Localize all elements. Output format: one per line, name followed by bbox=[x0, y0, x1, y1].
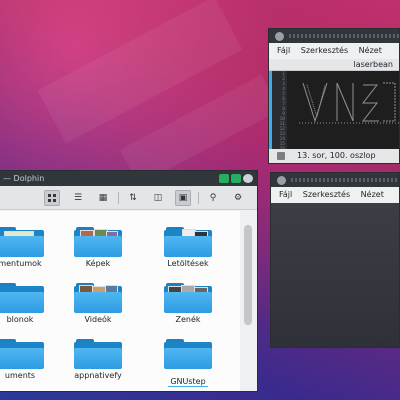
dolphin-window[interactable]: — Dolphin ☰ ▦ ⇅ ◫ ▣ ⚲ ⚙ mentumok Képek L… bbox=[0, 170, 258, 392]
ascii-art bbox=[299, 82, 399, 124]
editor-menubar: Fájl Szerkesztés Nézet bbox=[271, 187, 399, 203]
compact-view-button[interactable]: ☰ bbox=[70, 190, 86, 206]
folder-label: uments bbox=[4, 371, 36, 380]
cursor-position: 13. sor, 100. oszlop bbox=[297, 151, 376, 160]
sort-icon: ⇅ bbox=[129, 193, 137, 203]
menu-view[interactable]: Nézet bbox=[359, 46, 382, 55]
folder-label: Képek bbox=[85, 259, 111, 268]
folder-icon bbox=[164, 339, 212, 369]
dolphin-toolbar: ☰ ▦ ⇅ ◫ ▣ ⚲ ⚙ bbox=[0, 186, 257, 210]
code-area[interactable]: 123456789101112131415161718 bbox=[269, 71, 399, 162]
editor-titlebar[interactable] bbox=[269, 29, 399, 43]
folder-icon bbox=[74, 283, 122, 313]
toolbar-separator bbox=[118, 192, 119, 204]
close-icon[interactable] bbox=[243, 174, 253, 183]
details-view-icon: ▦ bbox=[98, 193, 108, 203]
editor-titlebar[interactable] bbox=[271, 173, 399, 187]
vertical-scrollbar[interactable] bbox=[240, 211, 257, 391]
titlebar-grip bbox=[291, 178, 399, 182]
icons-view-button[interactable] bbox=[44, 190, 60, 206]
menu-view[interactable]: Nézet bbox=[361, 190, 384, 199]
folder-icon bbox=[164, 227, 212, 257]
tab-title: laserbean bbox=[353, 60, 393, 69]
window-menu-icon[interactable] bbox=[277, 176, 286, 185]
folder-label: appnativefy bbox=[74, 371, 122, 380]
folder-label: Zenék bbox=[175, 315, 201, 324]
editor-content-area[interactable] bbox=[271, 203, 399, 347]
folder-label: blonok bbox=[6, 315, 34, 324]
compact-view-icon: ☰ bbox=[73, 193, 83, 203]
minimize-icon[interactable] bbox=[219, 174, 229, 183]
folder-documents[interactable]: mentumok bbox=[0, 227, 56, 268]
editor-window-bottom[interactable]: Fájl Szerkesztés Nézet bbox=[270, 172, 400, 348]
grid-icon bbox=[48, 194, 56, 202]
folder-icon bbox=[0, 227, 44, 257]
maximize-icon[interactable] bbox=[231, 174, 241, 183]
search-button[interactable]: ⚲ bbox=[205, 190, 221, 206]
details-view-button[interactable]: ▦ bbox=[95, 190, 111, 206]
dolphin-title: — Dolphin bbox=[3, 174, 45, 183]
folder-label: GNUstep bbox=[168, 377, 208, 387]
editor-menubar: Fájl Szerkesztés Nézet bbox=[269, 43, 399, 59]
menu-edit[interactable]: Szerkesztés bbox=[301, 46, 348, 55]
line-number-gutter: 123456789101112131415161718 bbox=[269, 71, 287, 162]
folder-pictures[interactable]: Képek bbox=[62, 227, 134, 268]
folder-label: Letöltések bbox=[167, 259, 209, 268]
folder-gnustep[interactable]: GNUstep bbox=[152, 339, 224, 388]
folder-documents-2[interactable]: uments bbox=[0, 339, 56, 380]
folder-templates[interactable]: blonok bbox=[0, 283, 56, 324]
search-icon: ⚲ bbox=[209, 193, 217, 203]
split-view-button[interactable]: ◫ bbox=[150, 190, 166, 206]
folder-icon bbox=[74, 339, 122, 369]
menu-edit[interactable]: Szerkesztés bbox=[303, 190, 350, 199]
folder-label: mentumok bbox=[0, 259, 42, 268]
settings-button[interactable]: ⚙ bbox=[230, 190, 246, 206]
window-menu-icon[interactable] bbox=[275, 32, 284, 41]
folder-appnativefy[interactable]: appnativefy bbox=[62, 339, 134, 380]
sort-button[interactable]: ⇅ bbox=[125, 190, 141, 206]
folder-icon bbox=[0, 283, 44, 313]
scrollbar-thumb[interactable] bbox=[244, 225, 252, 325]
split-icon: ◫ bbox=[153, 193, 163, 203]
preview-button[interactable]: ▣ bbox=[175, 190, 191, 206]
folder-icon bbox=[0, 339, 44, 369]
dolphin-titlebar[interactable]: — Dolphin bbox=[0, 171, 257, 186]
editor-window-top[interactable]: Fájl Szerkesztés Nézet laserbean 1234567… bbox=[268, 28, 400, 164]
folder-music[interactable]: Zenék bbox=[152, 283, 224, 324]
folder-label: Videók bbox=[84, 315, 112, 324]
titlebar-grip bbox=[289, 34, 399, 38]
folder-icon bbox=[74, 227, 122, 257]
folder-videos[interactable]: Videók bbox=[62, 283, 134, 324]
editor-tab[interactable]: laserbean bbox=[269, 59, 399, 71]
folder-icon bbox=[164, 283, 212, 313]
document-icon bbox=[277, 152, 285, 160]
menu-file[interactable]: Fájl bbox=[277, 46, 290, 55]
editor-statusbar: 13. sor, 100. oszlop bbox=[269, 149, 399, 163]
file-view[interactable]: mentumok Képek Letöltések blonok Videók … bbox=[0, 211, 240, 391]
toolbar-separator bbox=[198, 192, 199, 204]
menu-file[interactable]: Fájl bbox=[279, 190, 292, 199]
folder-downloads[interactable]: Letöltések bbox=[152, 227, 224, 268]
preview-icon: ▣ bbox=[178, 193, 188, 203]
gear-icon: ⚙ bbox=[233, 193, 243, 203]
